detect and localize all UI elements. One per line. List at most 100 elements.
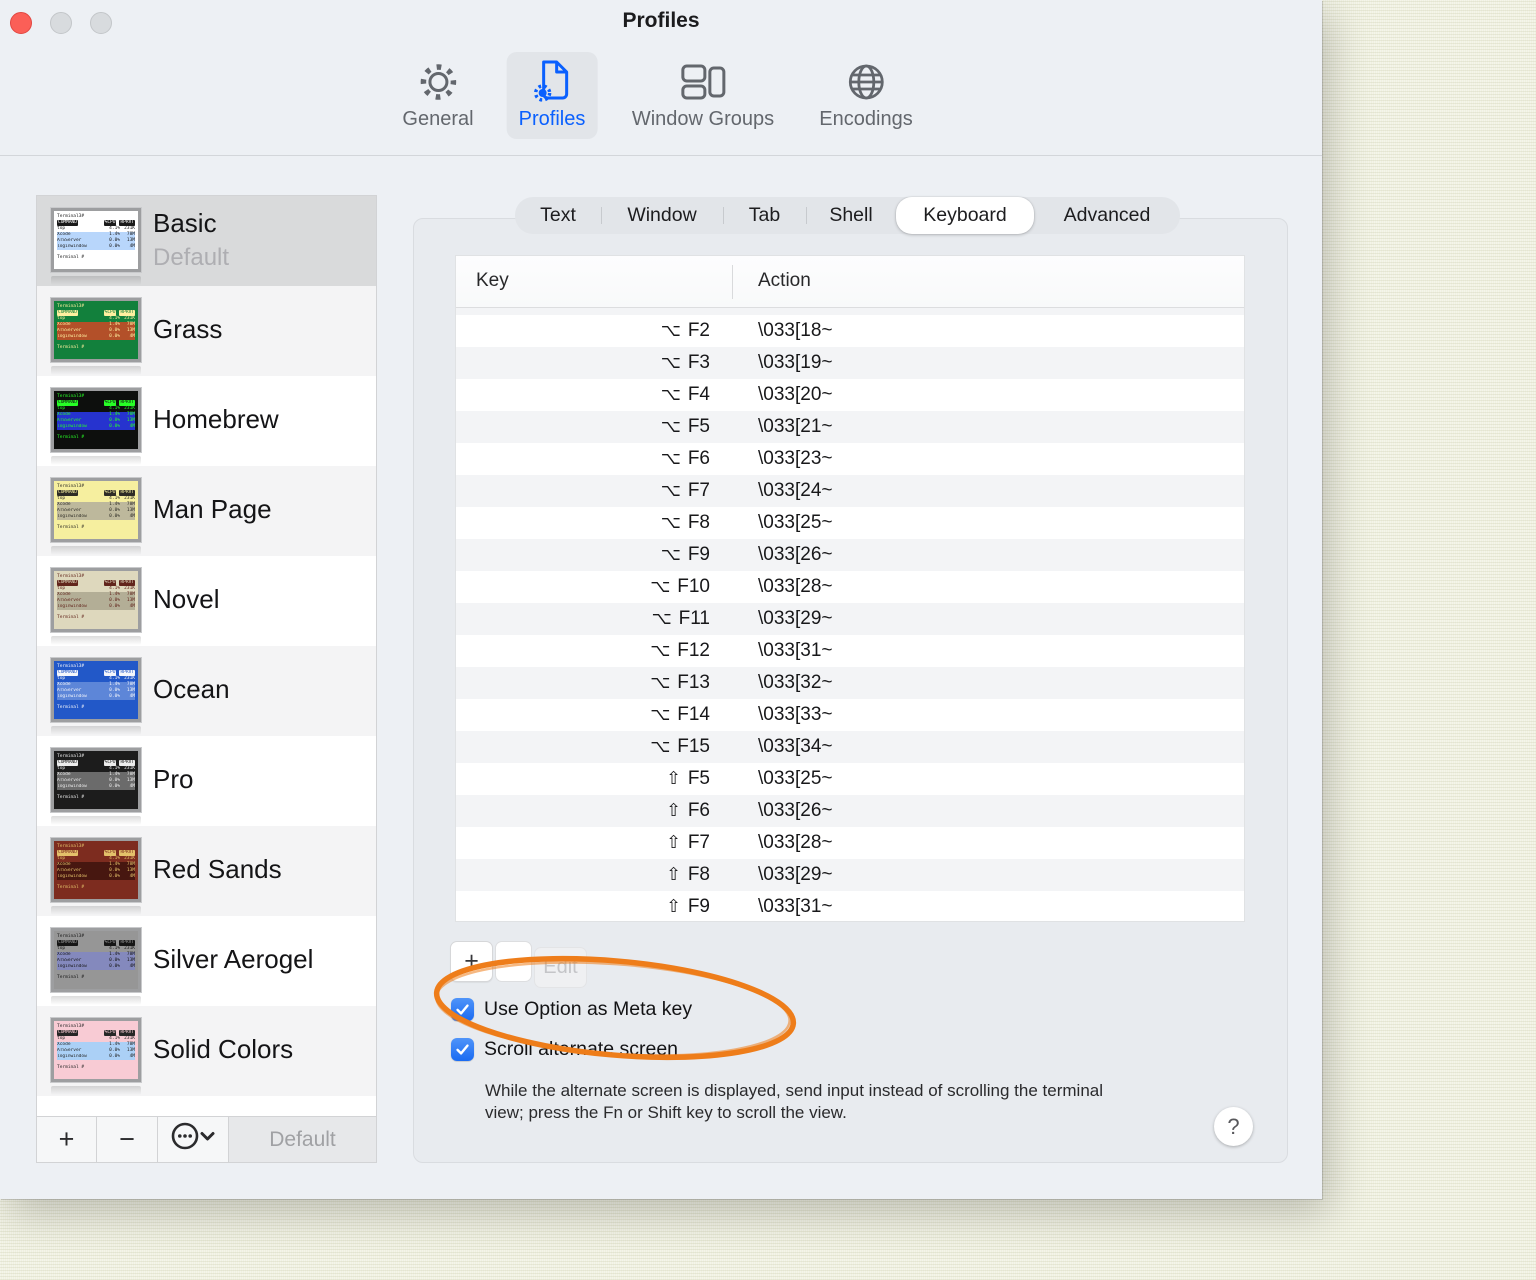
profile-row-homebrew[interactable]: Terminal3# COMMAND %CPU RPRVT top 4.1% 231K Xco… [37, 376, 376, 466]
remove-profile-button[interactable]: − [97, 1117, 158, 1162]
profile-row-red-sands[interactable]: Terminal3# COMMAND %CPU RPRVT top 4.1% 231K Xco… [37, 826, 376, 916]
profile-row-basic[interactable]: Terminal3# COMMAND %CPU RPRVT top 4.1% 231K Xco… [37, 196, 376, 286]
set-default-button[interactable]: Default [229, 1117, 376, 1162]
checkbox-use-option-as-meta-key[interactable]: Use Option as Meta key [451, 998, 692, 1021]
key-mapping-row[interactable]: ⌥ F2 \033[18~ [456, 315, 1244, 347]
key-cell: ⌥ F10 [650, 576, 710, 597]
key-cell: ⌥ F5 [660, 416, 710, 437]
key-cell: ⌥ F12 [650, 640, 710, 661]
key-mapping-row[interactable]: ⌥ F8 \033[25~ [456, 507, 1244, 539]
toolbar-item-general[interactable]: General [390, 52, 485, 139]
action-cell: \033[32~ [758, 672, 833, 693]
key-mapping-row[interactable]: ⌥ F13 \033[32~ [456, 667, 1244, 699]
profile-row-silver-aerogel[interactable]: Terminal3# COMMAND %CPU RPRVT top 4.1% 231K Xco… [37, 916, 376, 1006]
mini-terminal-preview: Terminal3# COMMAND %CPU RPRVT top 4.1% 231K Xco… [54, 931, 138, 989]
profile-name: Man Page [153, 494, 272, 524]
action-cell: \033[23~ [758, 448, 833, 469]
mini-terminal-prompt: Terminal # [57, 705, 85, 710]
tab-tab[interactable]: Tab [723, 197, 806, 234]
toolbar-item-label: Encodings [819, 108, 913, 130]
profile-actions-menu-button[interactable] [158, 1117, 229, 1162]
profile-thumbnail: Terminal3# COMMAND %CPU RPRVT top 4.1% 231K Xco… [51, 1018, 141, 1082]
thumbnail-reflection [51, 636, 141, 645]
key-mapping-row[interactable]: ⌥ F7 \033[24~ [456, 475, 1244, 507]
mini-terminal-row: loginwindow 0.0% 4M [57, 334, 135, 340]
action-cell: \033[24~ [758, 480, 833, 501]
action-cell: \033[29~ [758, 864, 833, 885]
action-cell: \033[33~ [758, 704, 833, 725]
key-mapping-row[interactable]: ⇧ F5 \033[25~ [456, 763, 1244, 795]
checkbox-checked-icon[interactable] [451, 1038, 474, 1061]
shift-key-icon: ⇧ [666, 833, 681, 853]
key-mapping-row[interactable]: ⌥ F14 \033[33~ [456, 699, 1244, 731]
key-mapping-row[interactable]: ⌥ F5 \033[21~ [456, 411, 1244, 443]
toolbar-item-profiles[interactable]: Profiles [506, 52, 598, 139]
option-key-icon: ⌥ [660, 481, 681, 501]
action-cell: \033[29~ [758, 608, 833, 629]
toolbar-item-encodings[interactable]: Encodings [807, 52, 924, 139]
edit-key-button[interactable]: Edit [534, 947, 587, 988]
option-key-icon: ⌥ [650, 577, 671, 597]
key-cell: ⌥ F2 [660, 320, 710, 341]
desktop-background: { "window": { "title": "Profiles" }, "to… [0, 0, 1536, 1280]
profile-subtitle: Default [153, 244, 230, 271]
remove-key-button[interactable]: − [495, 941, 532, 982]
profile-tab-bar: Text Window Tab Shell Keyboard Advanced [515, 197, 1180, 234]
checkbox-checked-icon[interactable] [451, 998, 474, 1021]
mini-terminal-prompt: Terminal # [57, 615, 85, 620]
key-mapping-row[interactable]: ⇧ F6 \033[26~ [456, 795, 1244, 827]
profile-list: Terminal3# COMMAND %CPU RPRVT top 4.1% 231K Xco… [36, 195, 377, 1163]
action-cell: \033[19~ [758, 352, 833, 373]
tab-shell[interactable]: Shell [806, 197, 896, 234]
tab-advanced[interactable]: Advanced [1034, 197, 1180, 234]
option-key-icon: ⌥ [650, 673, 671, 693]
mini-terminal-row: loginwindow 0.0% 4M [57, 784, 135, 790]
action-cell: \033[34~ [758, 736, 833, 757]
window-groups-icon [680, 58, 726, 106]
profile-row-grass[interactable]: Terminal3# COMMAND %CPU RPRVT top 4.1% 231K Xco… [37, 286, 376, 376]
profile-row-pro[interactable]: Terminal3# COMMAND %CPU RPRVT top 4.1% 231K Xco… [37, 736, 376, 826]
key-cell: ⌥ F11 [651, 608, 710, 629]
key-mapping-row[interactable]: ⇧ F7 \033[28~ [456, 827, 1244, 859]
thumbnail-reflection [51, 726, 141, 735]
profile-name: Red Sands [153, 854, 282, 884]
globe-icon [843, 58, 889, 106]
profile-row-novel[interactable]: Terminal3# COMMAND %CPU RPRVT top 4.1% 231K Xco… [37, 556, 376, 646]
tab-keyboard[interactable]: Keyboard [896, 197, 1034, 234]
key-mapping-row[interactable]: ⇧ F9 \033[31~ [456, 891, 1244, 923]
toolbar-item-window-groups[interactable]: Window Groups [620, 52, 786, 139]
shift-key-icon: ⇧ [666, 897, 681, 917]
key-mapping-row[interactable]: ⌥ F12 \033[31~ [456, 635, 1244, 667]
key-mapping-row[interactable]: ⌥ F10 \033[28~ [456, 571, 1244, 603]
thumbnail-reflection [51, 816, 141, 825]
mini-terminal-row: loginwindow 0.0% 4M [57, 244, 135, 250]
key-mapping-row[interactable]: ⌥ F3 \033[19~ [456, 347, 1244, 379]
profile-row-ocean[interactable]: Terminal3# COMMAND %CPU RPRVT top 4.1% 231K Xco… [37, 646, 376, 736]
option-key-icon: ⌥ [660, 385, 681, 405]
help-button[interactable]: ? [1214, 1107, 1253, 1146]
key-cell: ⇧ F9 [666, 896, 710, 917]
profile-row-man-page[interactable]: Terminal3# COMMAND %CPU RPRVT top 4.1% 231K Xco… [37, 466, 376, 556]
tab-text[interactable]: Text [515, 197, 601, 234]
key-mapping-row[interactable]: ⌥ F11 \033[29~ [456, 603, 1244, 635]
profile-row-solid-colors[interactable]: Terminal3# COMMAND %CPU RPRVT top 4.1% 231K Xco… [37, 1006, 376, 1096]
tab-window[interactable]: Window [601, 197, 723, 234]
key-mapping-row[interactable]: ⌥ F6 \033[23~ [456, 443, 1244, 475]
key-mapping-row[interactable]: ⌥ F4 \033[20~ [456, 379, 1244, 411]
key-mapping-row[interactable]: ⌥ F15 \033[34~ [456, 731, 1244, 763]
mini-terminal-prompt: Terminal # [57, 885, 85, 890]
checkbox-scroll-alternate-screen[interactable]: Scroll alternate screen [451, 1038, 678, 1061]
option-key-icon: ⌥ [650, 641, 671, 661]
profile-thumbnail: Terminal3# COMMAND %CPU RPRVT top 4.1% 231K Xco… [51, 388, 141, 452]
thumbnail-reflection [51, 996, 141, 1005]
column-divider [732, 265, 733, 299]
key-mapping-row[interactable]: ⌥ F9 \033[26~ [456, 539, 1244, 571]
add-key-button[interactable]: + [450, 941, 493, 982]
action-cell: \033[28~ [758, 832, 833, 853]
profile-thumbnail: Terminal3# COMMAND %CPU RPRVT top 4.1% 231K Xco… [51, 298, 141, 362]
profile-thumbnail: Terminal3# COMMAND %CPU RPRVT top 4.1% 231K Xco… [51, 838, 141, 902]
profile-thumbnail: Terminal3# COMMAND %CPU RPRVT top 4.1% 231K Xco… [51, 928, 141, 992]
action-cell: \033[25~ [758, 512, 833, 533]
key-mapping-row[interactable]: ⇧ F8 \033[29~ [456, 859, 1244, 891]
add-profile-button[interactable]: + [37, 1117, 97, 1162]
